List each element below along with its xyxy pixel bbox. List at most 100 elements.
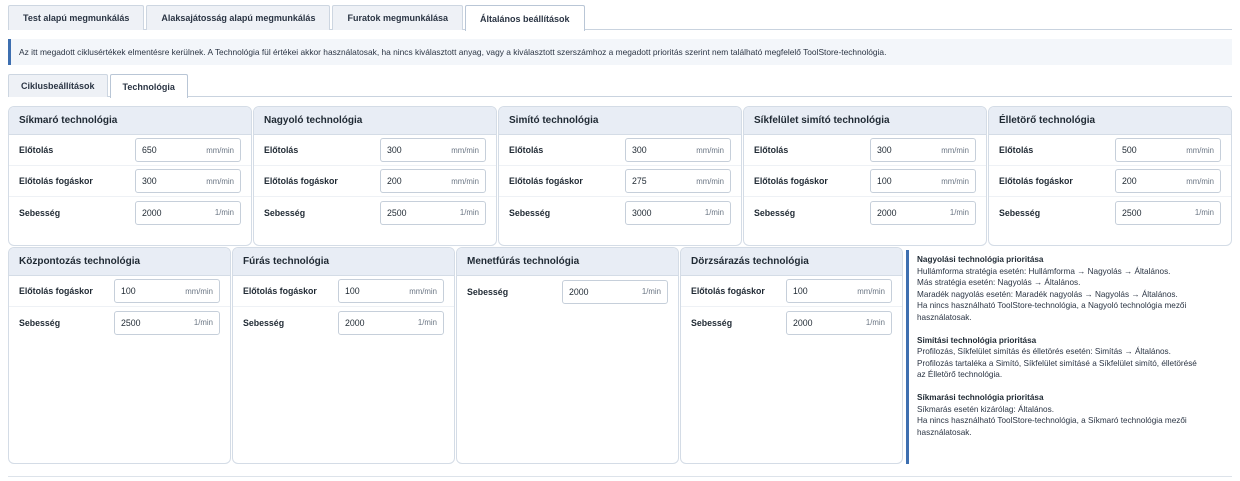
priority-section-simitas: Simítási technológia prioritása Profiloz… bbox=[917, 335, 1224, 381]
field-row-sebesseg: Sebesség 2000 1/min bbox=[744, 197, 986, 228]
tab-altalanos-beallitasok[interactable]: Általános beállítások bbox=[465, 5, 585, 31]
priority-line: Profilozás, Síkfelület simítás és élletö… bbox=[917, 347, 1171, 357]
input-value: 200 bbox=[387, 176, 402, 186]
unit-label: 1/min bbox=[1194, 208, 1214, 217]
field-row-sebesseg: Sebesség 2500 1/min bbox=[9, 307, 230, 338]
field-label: Sebesség bbox=[243, 317, 285, 328]
panel-title: Menetfúrás technológia bbox=[457, 248, 678, 276]
priority-line: Ha nincs használható ToolStore-technológ… bbox=[917, 301, 1187, 311]
input-value: 2500 bbox=[121, 317, 141, 328]
elotolas-fogaskor-input[interactable]: 200 mm/min bbox=[1115, 169, 1221, 193]
priority-line: használatosak. bbox=[917, 427, 972, 437]
panel-title: Síkfelület simító technológia bbox=[744, 107, 986, 135]
elotolas-input[interactable]: 650 mm/min bbox=[135, 138, 241, 162]
unit-label: 1/min bbox=[417, 318, 437, 327]
field-label: Sebesség bbox=[691, 317, 733, 328]
bottom-divider bbox=[8, 476, 1232, 477]
priority-info-box: Nagyolási technológia prioritása Hullámf… bbox=[906, 250, 1232, 464]
panel-simito: Simító technológia Előtolás 300 mm/min El… bbox=[498, 106, 742, 246]
input-value: 300 bbox=[632, 145, 647, 155]
priority-line: Maradék nagyolás esetén: Maradék nagyolá… bbox=[917, 289, 1178, 299]
elotolas-fogaskor-input[interactable]: 100 mm/min bbox=[870, 169, 976, 193]
elotolas-input[interactable]: 300 mm/min bbox=[870, 138, 976, 162]
field-row-elotolas: Előtolás 300 mm/min bbox=[499, 135, 741, 166]
elotolas-input[interactable]: 300 mm/min bbox=[380, 138, 486, 162]
field-row-elotolas-fogaskor: Előtolás fogáskor 100 mm/min bbox=[9, 276, 230, 307]
sebesseg-input[interactable]: 2500 1/min bbox=[1115, 200, 1221, 225]
unit-label: 1/min bbox=[641, 287, 661, 296]
elotolas-fogaskor-input[interactable]: 100 mm/min bbox=[338, 279, 444, 303]
info-text: Az itt megadott ciklusértékek elmentésre… bbox=[19, 47, 887, 57]
priority-title: Simítási technológia prioritása bbox=[917, 335, 1037, 345]
input-value: 300 bbox=[142, 176, 157, 186]
unit-label: 1/min bbox=[214, 208, 234, 217]
sebesseg-input[interactable]: 2000 1/min bbox=[870, 200, 976, 225]
sebesseg-input[interactable]: 2000 1/min bbox=[135, 200, 241, 225]
sebesseg-input[interactable]: 2500 1/min bbox=[380, 200, 486, 225]
panel-title: Dörzsárazás technológia bbox=[681, 248, 902, 276]
elotolas-input[interactable]: 500 mm/min bbox=[1115, 138, 1221, 162]
panel-title: Nagyoló technológia bbox=[254, 107, 496, 135]
field-row-elotolas-fogaskor: Előtolás fogáskor 275 mm/min bbox=[499, 166, 741, 197]
elotolas-fogaskor-input[interactable]: 300 mm/min bbox=[135, 169, 241, 193]
priority-line: Hullámforma stratégia esetén: Hullámform… bbox=[917, 266, 1171, 276]
sebesseg-input[interactable]: 3000 1/min bbox=[625, 200, 731, 225]
elotolas-input[interactable]: 300 mm/min bbox=[625, 138, 731, 162]
tab-furatok[interactable]: Furatok megmunkálása bbox=[332, 5, 463, 30]
priority-line: Más stratégia esetén: Nagyolás → Általán… bbox=[917, 278, 1081, 288]
input-value: 300 bbox=[387, 145, 402, 155]
priority-line: használatosak. bbox=[917, 312, 972, 322]
field-label: Sebesség bbox=[509, 207, 551, 218]
input-value: 100 bbox=[793, 286, 808, 296]
sebesseg-input[interactable]: 2000 1/min bbox=[562, 279, 668, 304]
unit-label: mm/min bbox=[409, 286, 437, 296]
input-value: 2000 bbox=[345, 317, 365, 328]
priority-line: az Élletörő technológia. bbox=[917, 370, 1003, 380]
field-row-sebesseg: Sebesség 2000 1/min bbox=[233, 307, 454, 338]
sebesseg-input[interactable]: 2000 1/min bbox=[786, 310, 892, 335]
elotolas-fogaskor-input[interactable]: 275 mm/min bbox=[625, 169, 731, 193]
tab-alaksajatossag-alapu[interactable]: Alaksajátosság alapú megmunkálás bbox=[146, 5, 331, 30]
field-row-sebesseg: Sebesség 2000 1/min bbox=[457, 276, 678, 307]
field-label: Sebesség bbox=[467, 286, 509, 297]
panel-title: Élletörő technológia bbox=[989, 107, 1231, 135]
field-label: Sebesség bbox=[19, 317, 61, 328]
panel-nagyolo: Nagyoló technológia Előtolás 300 mm/min E… bbox=[253, 106, 497, 246]
field-label: Előtolás fogáskor bbox=[999, 176, 1073, 186]
tab-technologia[interactable]: Technológia bbox=[109, 74, 188, 98]
unit-label: mm/min bbox=[451, 176, 479, 186]
unit-label: mm/min bbox=[941, 145, 969, 155]
input-value: 200 bbox=[1122, 176, 1137, 186]
field-label: Előtolás fogáskor bbox=[691, 286, 765, 296]
field-label: Sebesség bbox=[754, 207, 796, 218]
unit-label: mm/min bbox=[185, 286, 213, 296]
field-row-elotolas: Előtolás 300 mm/min bbox=[744, 135, 986, 166]
unit-label: mm/min bbox=[451, 145, 479, 155]
tab-test-alapu[interactable]: Test alapú megmunkálás bbox=[8, 5, 145, 30]
elotolas-fogaskor-input[interactable]: 200 mm/min bbox=[380, 169, 486, 193]
field-label: Előtolás fogáskor bbox=[509, 176, 583, 186]
input-value: 3000 bbox=[632, 207, 652, 218]
input-value: 100 bbox=[121, 286, 136, 296]
field-label: Sebesség bbox=[264, 207, 306, 218]
panel-kozpontozas: Központozás technológia Előtolás fogásko… bbox=[8, 247, 231, 464]
field-label: Előtolás fogáskor bbox=[754, 176, 828, 186]
field-row-elotolas-fogaskor: Előtolás fogáskor 100 mm/min bbox=[681, 276, 902, 307]
unit-label: mm/min bbox=[1186, 145, 1214, 155]
panel-menetfuras: Menetfúrás technológia Sebesség 2000 1/mi… bbox=[456, 247, 679, 464]
elotolas-fogaskor-input[interactable]: 100 mm/min bbox=[114, 279, 220, 303]
field-row-sebesseg: Sebesség 2000 1/min bbox=[681, 307, 902, 338]
unit-label: 1/min bbox=[459, 208, 479, 217]
panel-dorzsarazas: Dörzsárazás technológia Előtolás fogásko… bbox=[680, 247, 903, 464]
field-row-elotolas-fogaskor: Előtolás fogáskor 200 mm/min bbox=[989, 166, 1231, 197]
priority-line: Síkmarás esetén kizárólag: Általános. bbox=[917, 404, 1054, 414]
priority-title: Nagyolási technológia prioritása bbox=[917, 255, 1044, 264]
panel-elletoro: Élletörő technológia Előtolás 500 mm/min … bbox=[988, 106, 1232, 246]
unit-label: 1/min bbox=[865, 318, 885, 327]
field-row-elotolas-fogaskor: Előtolás fogáskor 300 mm/min bbox=[9, 166, 251, 197]
field-label: Előtolás bbox=[754, 145, 789, 155]
tab-ciklusbeallitasok[interactable]: Ciklusbeállítások bbox=[8, 74, 108, 97]
sebesseg-input[interactable]: 2000 1/min bbox=[338, 310, 444, 335]
sebesseg-input[interactable]: 2500 1/min bbox=[114, 310, 220, 335]
elotolas-fogaskor-input[interactable]: 100 mm/min bbox=[786, 279, 892, 303]
